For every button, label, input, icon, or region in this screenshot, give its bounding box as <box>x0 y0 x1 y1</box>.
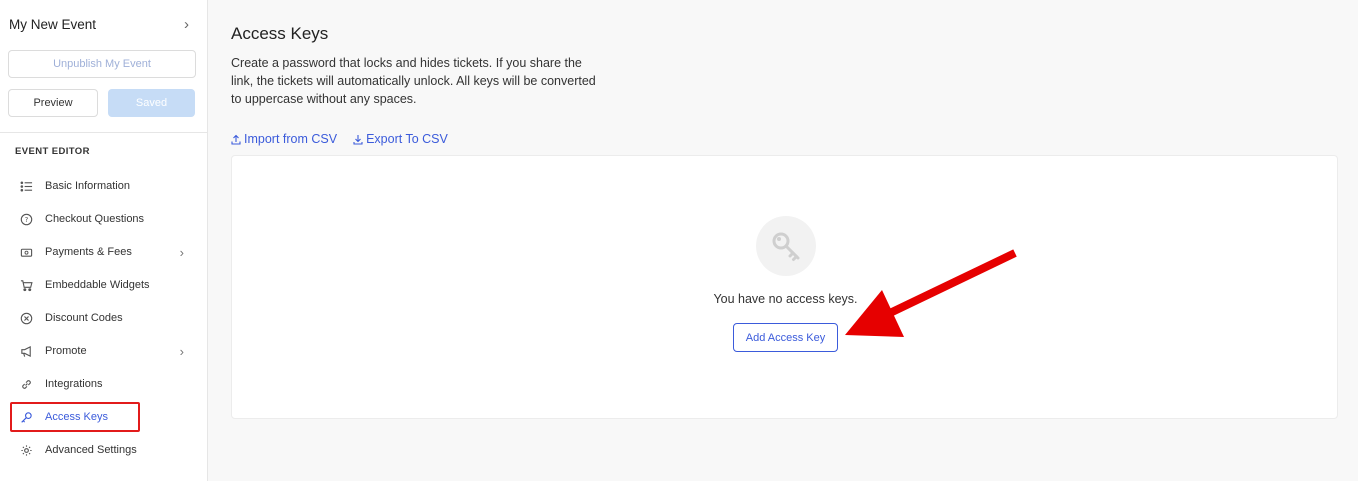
empty-state-text: You have no access keys. <box>713 292 858 306</box>
chevron-right-icon: › <box>179 343 184 359</box>
sidebar-item-basic-information[interactable]: Basic Information <box>10 173 198 199</box>
sidebar-item-advanced-settings[interactable]: Advanced Settings <box>10 437 198 463</box>
preview-button[interactable]: Preview <box>8 89 98 117</box>
sidebar-item-discount-codes[interactable]: Discount Codes <box>10 305 198 331</box>
sidebar-item-embeddable-widgets[interactable]: Embeddable Widgets <box>10 272 198 298</box>
sidebar: My New Event › Unpublish My Event Previe… <box>0 0 208 481</box>
list-icon <box>19 179 33 193</box>
import-csv-link[interactable]: Import from CSV <box>231 132 337 146</box>
discount-icon <box>19 311 33 325</box>
download-icon <box>353 134 363 145</box>
sidebar-item-label: Discount Codes <box>45 312 123 324</box>
sidebar-item-label: Advanced Settings <box>45 444 137 456</box>
link-icon <box>19 377 33 391</box>
key-icon <box>772 232 800 261</box>
export-csv-label: Export To CSV <box>366 132 448 146</box>
chevron-right-icon: › <box>179 244 184 260</box>
add-access-key-button[interactable]: Add Access Key <box>733 323 838 352</box>
page-title: Access Keys <box>231 24 329 43</box>
saved-button[interactable]: Saved <box>108 89 195 117</box>
event-selector[interactable]: My New Event › <box>0 0 207 48</box>
upload-icon <box>231 134 241 145</box>
payment-icon <box>19 245 33 259</box>
question-circle-icon: ? <box>19 212 33 226</box>
sidebar-item-label: Embeddable Widgets <box>45 279 150 291</box>
access-keys-card: You have no access keys. Add Access Key <box>231 155 1338 419</box>
sidebar-item-checkout-questions[interactable]: ? Checkout Questions <box>10 206 198 232</box>
page-description: Create a password that locks and hides t… <box>231 56 596 106</box>
export-csv-link[interactable]: Export To CSV <box>353 132 448 146</box>
sidebar-item-label: Integrations <box>45 378 103 390</box>
chevron-right-icon: › <box>184 15 189 33</box>
import-csv-label: Import from CSV <box>244 132 338 146</box>
sidebar-item-label: Basic Information <box>45 180 130 192</box>
csv-actions: Import from CSV Export To CSV <box>231 132 448 146</box>
sidebar-item-promote[interactable]: Promote › <box>10 338 198 364</box>
red-arrow-annotation <box>845 249 1017 337</box>
cart-icon <box>19 278 33 292</box>
key-placeholder <box>756 216 816 276</box>
sidebar-item-payments-fees[interactable]: Payments & Fees › <box>10 239 198 265</box>
sidebar-item-label: Checkout Questions <box>45 213 145 225</box>
gear-icon <box>19 443 33 457</box>
sidebar-item-label: Promote <box>45 345 87 357</box>
sidebar-item-integrations[interactable]: Integrations <box>10 371 198 397</box>
sidebar-divider <box>0 132 207 133</box>
sidebar-item-label: Payments & Fees <box>45 246 132 258</box>
megaphone-icon <box>19 344 33 358</box>
section-title: EVENT EDITOR <box>15 146 90 157</box>
event-name: My New Event <box>9 16 97 32</box>
sidebar-item-label: Access Keys <box>45 411 108 423</box>
key-icon <box>19 410 33 424</box>
unpublish-button[interactable]: Unpublish My Event <box>8 50 196 78</box>
sidebar-item-access-keys[interactable]: Access Keys <box>10 402 140 432</box>
svg-text:?: ? <box>24 215 28 223</box>
